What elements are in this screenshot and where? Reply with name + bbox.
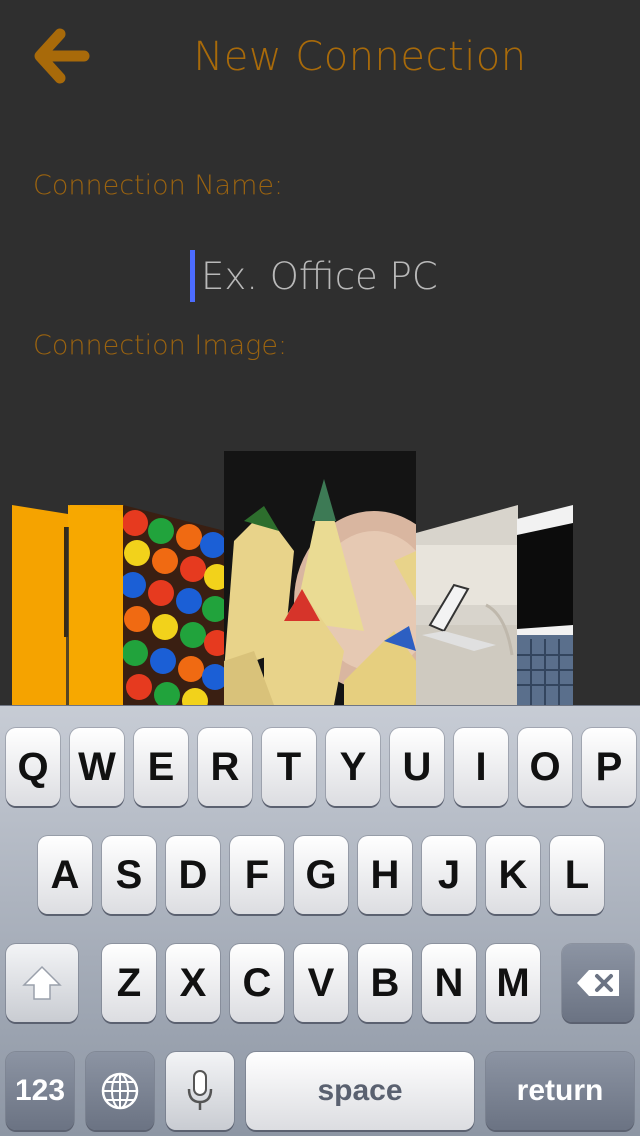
key-h[interactable]: H	[358, 836, 412, 914]
candies-image	[123, 505, 225, 705]
key-o[interactable]: O	[518, 728, 572, 806]
onscreen-keyboard: Q W E R T Y U I O P A S D F G H J K L Z …	[0, 705, 640, 1136]
microphone-key[interactable]	[166, 1052, 234, 1130]
key-q[interactable]: Q	[6, 728, 60, 806]
numbers-key[interactable]: 123	[6, 1052, 74, 1130]
return-key[interactable]: return	[486, 1052, 634, 1130]
key-w[interactable]: W	[70, 728, 124, 806]
key-c[interactable]: C	[230, 944, 284, 1022]
carousel-item-laptop-on-couch[interactable]	[416, 505, 518, 705]
key-a[interactable]: A	[38, 836, 92, 914]
key-p[interactable]: P	[582, 728, 636, 806]
key-v[interactable]: V	[294, 944, 348, 1022]
carousel-item-candies[interactable]	[123, 505, 225, 705]
key-z[interactable]: Z	[102, 944, 156, 1022]
key-n[interactable]: N	[422, 944, 476, 1022]
key-t[interactable]: T	[262, 728, 316, 806]
connection-image-label: Connection Image:	[33, 330, 288, 361]
space-key[interactable]: space	[246, 1052, 474, 1130]
key-l[interactable]: L	[550, 836, 604, 914]
globe-key[interactable]	[86, 1052, 154, 1130]
key-x[interactable]: X	[166, 944, 220, 1022]
key-d[interactable]: D	[166, 836, 220, 914]
key-k[interactable]: K	[486, 836, 540, 914]
backspace-icon	[577, 970, 619, 996]
shift-arrow-icon	[22, 965, 62, 1000]
key-f[interactable]: F	[230, 836, 284, 914]
image-carousel[interactable]	[0, 440, 640, 705]
orange-logo-image	[12, 505, 124, 705]
key-s[interactable]: S	[102, 836, 156, 914]
laptop-keyboard-image	[517, 505, 573, 705]
key-i[interactable]: I	[454, 728, 508, 806]
microphone-icon	[187, 1070, 213, 1110]
key-m[interactable]: M	[486, 944, 540, 1022]
arrow-left-icon	[34, 28, 90, 84]
key-e[interactable]: E	[134, 728, 188, 806]
carousel-item-colored-pencils[interactable]	[224, 451, 416, 705]
connection-name-field-wrap	[0, 248, 640, 304]
laptop-on-couch-image	[416, 505, 518, 705]
key-r[interactable]: R	[198, 728, 252, 806]
carousel-item-laptop-keyboard[interactable]	[517, 505, 573, 705]
page-title: New Connection	[193, 34, 527, 80]
key-y[interactable]: Y	[326, 728, 380, 806]
colored-pencils-image	[224, 451, 416, 705]
globe-icon	[101, 1072, 139, 1110]
delete-key[interactable]	[562, 944, 634, 1022]
key-u[interactable]: U	[390, 728, 444, 806]
key-j[interactable]: J	[422, 836, 476, 914]
connection-name-input[interactable]	[190, 250, 450, 302]
carousel-item-orange-logo[interactable]	[12, 505, 124, 705]
key-g[interactable]: G	[294, 836, 348, 914]
shift-key[interactable]	[6, 944, 78, 1022]
back-button[interactable]	[30, 26, 92, 88]
connection-name-label: Connection Name:	[33, 170, 284, 201]
key-b[interactable]: B	[358, 944, 412, 1022]
header: New Connection	[0, 0, 640, 120]
